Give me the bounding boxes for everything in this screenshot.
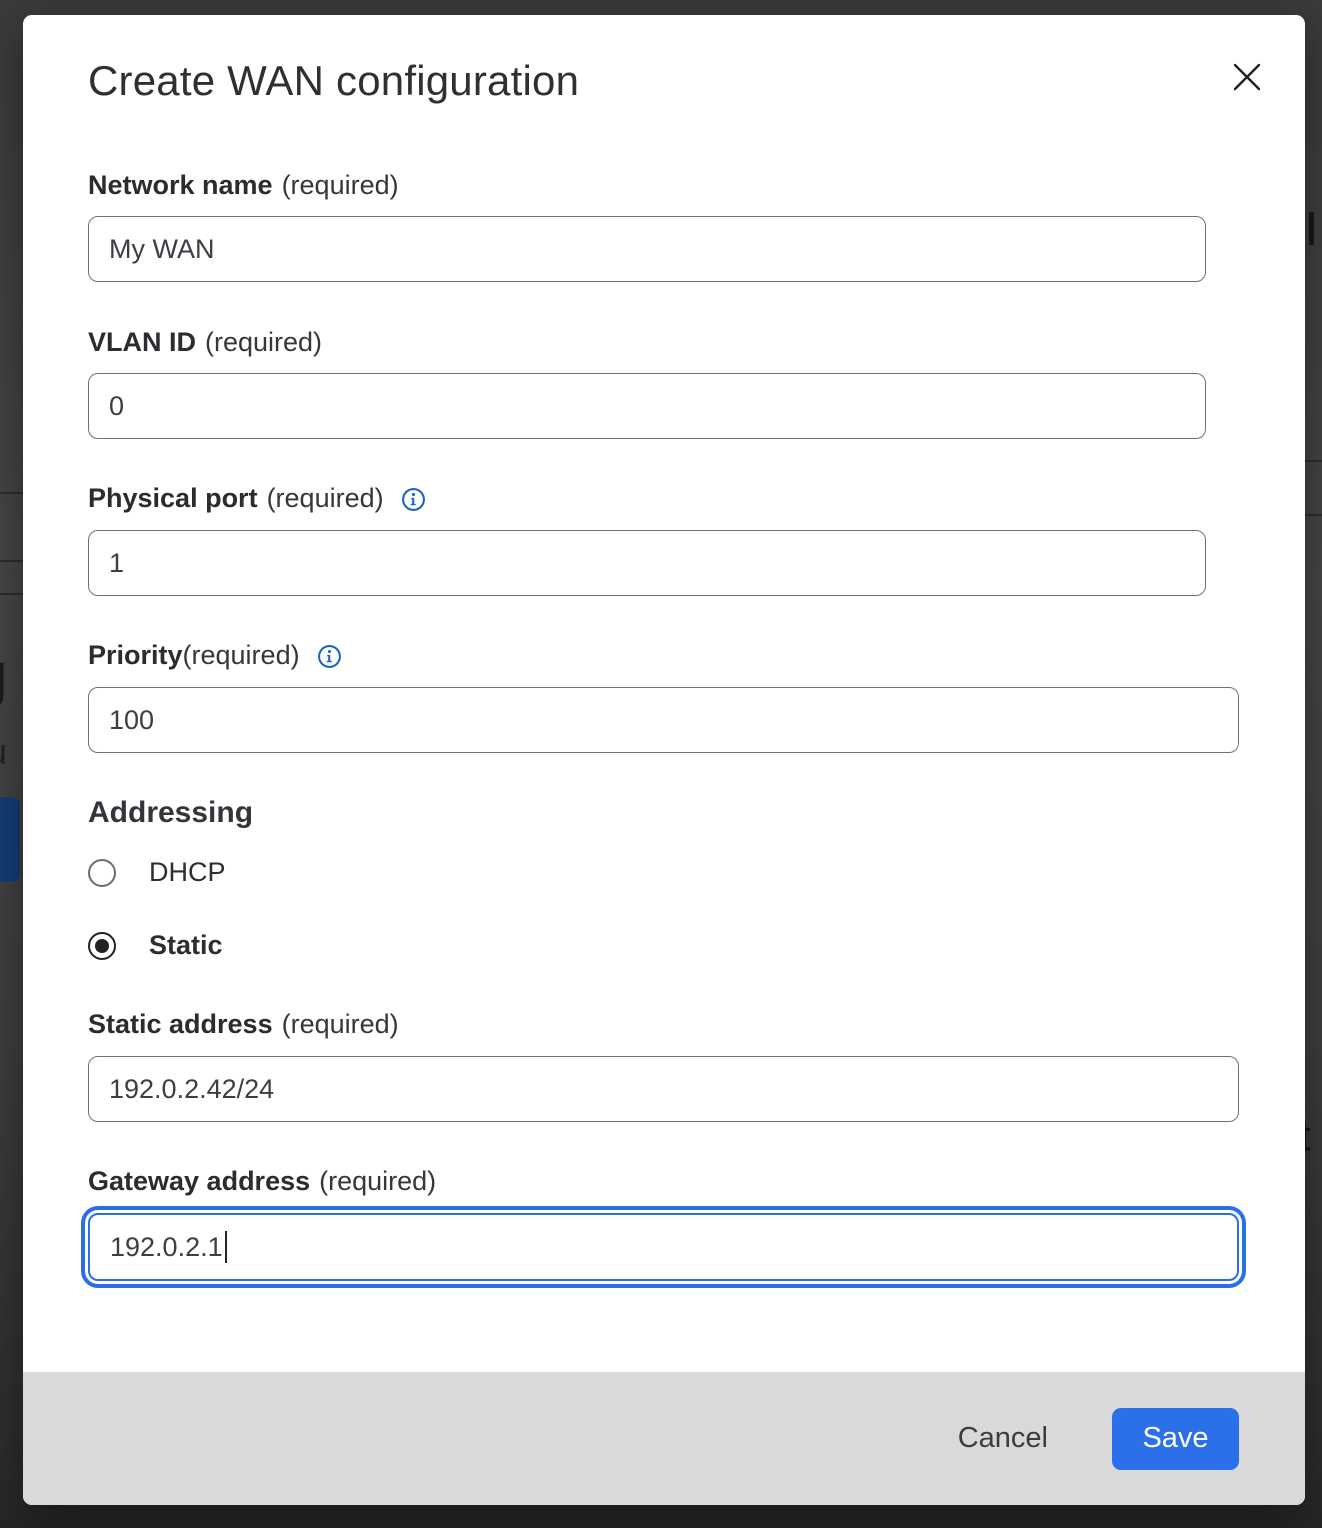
dialog-title: Create WAN configuration xyxy=(88,57,579,105)
info-icon[interactable] xyxy=(401,487,426,512)
text-cursor xyxy=(225,1231,228,1263)
radio-label: Static xyxy=(149,930,223,961)
label-text: Priority xyxy=(88,640,183,671)
gateway-address-input[interactable]: 192.0.2.1 xyxy=(88,1213,1239,1281)
network-name-label: Network name (required) xyxy=(88,170,399,201)
required-hint: (required) xyxy=(205,327,322,358)
cancel-button[interactable]: Cancel xyxy=(944,1412,1062,1465)
backdrop-divider xyxy=(0,1472,23,1474)
priority-input[interactable] xyxy=(88,687,1239,753)
network-name-input[interactable] xyxy=(88,216,1206,282)
backdrop-divider xyxy=(1303,514,1322,516)
vlan-id-label: VLAN ID (required) xyxy=(88,327,322,358)
backdrop-button-fragment xyxy=(0,797,20,882)
gateway-address-label: Gateway address (required) xyxy=(88,1166,436,1197)
label-text: VLAN ID xyxy=(88,327,196,358)
create-wan-configuration-dialog: Create WAN configuration Network name (r… xyxy=(23,15,1305,1505)
label-text: Gateway address xyxy=(88,1166,310,1197)
close-icon xyxy=(1232,62,1262,92)
radio-label: DHCP xyxy=(149,857,226,888)
backdrop-divider xyxy=(1303,460,1322,462)
gateway-address-value: 192.0.2.1 xyxy=(110,1232,223,1263)
info-icon[interactable] xyxy=(317,644,342,669)
static-address-label: Static address (required) xyxy=(88,1009,399,1040)
save-button[interactable]: Save xyxy=(1112,1408,1239,1470)
backdrop-divider xyxy=(0,593,23,595)
dialog-footer: Cancel Save xyxy=(23,1372,1305,1505)
required-hint: (required) xyxy=(282,170,399,201)
priority-label: Priority (required) xyxy=(88,640,342,671)
label-text: Static address xyxy=(88,1009,273,1040)
backdrop-divider xyxy=(0,492,23,494)
radio-option-static[interactable]: Static xyxy=(88,930,223,961)
required-hint: (required) xyxy=(282,1009,399,1040)
radio-option-dhcp[interactable]: DHCP xyxy=(88,857,226,888)
radio-selected-icon xyxy=(88,932,116,960)
close-button[interactable] xyxy=(1225,55,1269,99)
backdrop-text-fragment xyxy=(1309,212,1314,245)
static-address-input[interactable] xyxy=(88,1056,1239,1122)
required-hint: (required) xyxy=(183,640,300,671)
label-text: Network name xyxy=(88,170,273,201)
required-hint: (required) xyxy=(319,1166,436,1197)
backdrop-text-fragment: g xyxy=(0,640,23,710)
backdrop-divider xyxy=(0,560,23,562)
required-hint: (required) xyxy=(267,483,384,514)
physical-port-label: Physical port (required) xyxy=(88,483,426,514)
addressing-heading: Addressing xyxy=(88,796,253,830)
backdrop-text-fragment: u xyxy=(0,731,23,773)
vlan-id-input[interactable] xyxy=(88,373,1206,439)
label-text: Physical port xyxy=(88,483,258,514)
radio-unselected-icon xyxy=(88,859,116,887)
physical-port-input[interactable] xyxy=(88,530,1206,596)
